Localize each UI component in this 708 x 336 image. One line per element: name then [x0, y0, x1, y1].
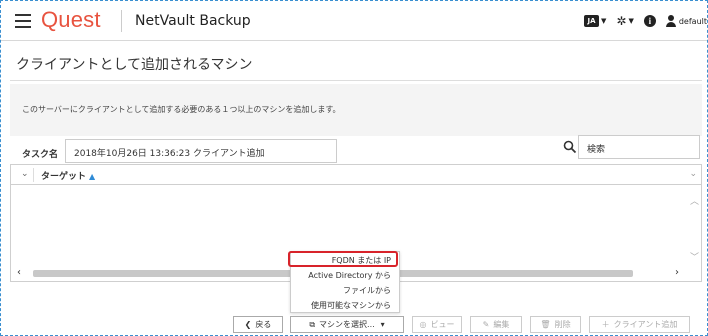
- plus-icon: ＋: [601, 320, 610, 329]
- scroll-up-icon[interactable]: ︿: [690, 194, 699, 207]
- chevron-down-icon: ▾: [380, 320, 385, 329]
- app-header: Quest NetVault Backup JA ▼ ✲ ▼ i default: [1, 1, 707, 41]
- select-machine-button[interactable]: ⧉ マシンを選択... ▾: [290, 316, 404, 333]
- column-target-label: ターゲット: [41, 172, 87, 182]
- info-text: このサーバーにクライアントとして追加する必要のある１つ以上のマシンを追加します。: [22, 105, 341, 114]
- scroll-down-icon[interactable]: ﹀: [690, 250, 699, 263]
- edit-icon: ✎: [482, 320, 490, 329]
- page-title: クライアントとして追加されるマシン: [16, 57, 253, 73]
- select-machine-label: マシンを選択...: [319, 320, 375, 329]
- menu-item-from-file[interactable]: ファイルから: [343, 285, 391, 296]
- table-header: ⌄ ターゲット ▲ ⌄: [11, 165, 701, 185]
- column-menu-icon[interactable]: ⌄: [689, 169, 697, 179]
- view-button[interactable]: ◎ ビュー: [412, 316, 462, 333]
- sort-ascending-icon: ▲: [89, 172, 96, 181]
- column-target[interactable]: ターゲット ▲: [41, 169, 95, 182]
- language-menu[interactable]: JA ▼: [584, 15, 606, 27]
- trash-icon: 🗑: [540, 320, 551, 329]
- user-icon: [665, 15, 676, 27]
- view-label: ビュー: [430, 320, 455, 329]
- info-icon: i: [643, 15, 656, 27]
- gear-icon: ✲: [616, 14, 627, 28]
- delete-label: 削除: [554, 320, 571, 329]
- add-machine-icon: ⧉: [309, 319, 316, 329]
- product-name: NetVault Backup: [135, 13, 251, 29]
- expand-chevron-icon[interactable]: ⌄: [21, 169, 29, 179]
- menu-item-available-machines[interactable]: 使用可能なマシンから: [311, 300, 391, 311]
- edit-label: 編集: [493, 320, 510, 329]
- chevron-down-icon: ▼: [628, 17, 634, 25]
- search-icon[interactable]: [563, 140, 577, 154]
- menu-item-active-directory[interactable]: Active Directory から: [308, 270, 391, 281]
- user-menu[interactable]: default: [665, 15, 707, 27]
- edit-button[interactable]: ✎ 編集: [470, 316, 522, 333]
- user-label: default: [678, 16, 707, 26]
- task-name-input[interactable]: 2018年10月26日 13:36:23 クライアント追加: [65, 139, 337, 163]
- chevron-down-icon: ▼: [601, 17, 607, 25]
- add-client-label: クライアント追加: [613, 320, 678, 329]
- settings-menu[interactable]: ✲ ▼: [616, 14, 633, 28]
- hamburger-menu-icon[interactable]: [15, 14, 31, 28]
- header-separator: [33, 168, 34, 182]
- vertical-scrollbar[interactable]: ︿ ﹀: [687, 186, 701, 264]
- add-client-button[interactable]: ＋クライアント追加: [589, 316, 690, 333]
- header-toolbar: JA ▼ ✲ ▼ i default: [584, 13, 707, 29]
- eye-icon: ◎: [419, 320, 427, 329]
- title-divider: [10, 80, 702, 81]
- back-label: 戻る: [255, 320, 272, 329]
- scroll-left-icon[interactable]: ‹: [17, 267, 21, 278]
- delete-button[interactable]: 🗑 削除: [530, 316, 581, 333]
- info-button[interactable]: i: [643, 15, 656, 27]
- chevron-left-icon: ❮: [244, 320, 252, 329]
- header-divider: [121, 10, 122, 32]
- task-name-label: タスク名: [22, 150, 59, 160]
- highlight-box: [288, 251, 398, 267]
- scroll-right-icon[interactable]: ›: [675, 267, 679, 278]
- info-panel: このサーバーにクライアントとして追加する必要のある１つ以上のマシンを追加します。: [10, 84, 702, 136]
- back-button[interactable]: ❮ 戻る: [233, 316, 283, 333]
- quest-logo: Quest: [41, 7, 101, 32]
- search-input[interactable]: 検索: [578, 135, 700, 159]
- language-icon: JA: [584, 15, 599, 27]
